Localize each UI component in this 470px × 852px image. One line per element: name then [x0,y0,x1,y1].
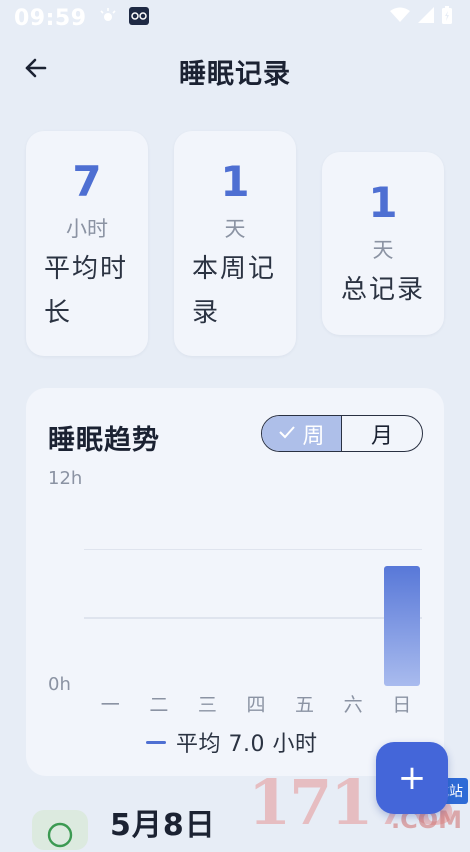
status-time: 09:59 [14,5,87,31]
record-date: 5月8日 [110,808,216,843]
x-tick-label: 三 [197,694,217,716]
x-tick-label: 一 [100,694,120,716]
brightness-icon [99,7,117,29]
stat-label: 总记录 [340,275,425,305]
moon-icon [47,822,73,852]
signal-icon [418,7,434,27]
stat-value: 1 [220,157,250,206]
plus-icon: + [397,758,427,798]
app-bar: 睡眠记录 [0,44,470,94]
grid-line [84,617,422,619]
toggle-week-button[interactable]: 周 [262,416,342,451]
x-tick-label: 四 [246,694,266,716]
stat-unit: 天 [224,217,246,241]
stat-unit: 小时 [66,217,108,241]
stat-value: 7 [72,157,102,206]
legend-text: 平均 7.0 小时 [176,732,318,757]
chart-legend: 平均 7.0 小时 [146,726,317,758]
x-tick-label: 日 [392,694,412,716]
trend-title: 睡眠趋势 [48,425,160,456]
stat-label: 本周记录 [192,254,277,328]
toggle-week-label: 周 [302,423,325,449]
toggle-month-label: 月 [370,423,393,449]
legend-line [146,740,166,744]
status-bar: 09:59 [0,0,470,36]
toggle-month-button[interactable]: 月 [342,416,422,451]
period-toggle: 周 月 [261,415,423,452]
sleep-trend-card: 睡眠趋势 周 月 12h 0h 一 二 三 四 五 六 日 平均 7.0 小时 [26,388,444,776]
stat-card-week: 1 天 本周记录 [174,131,296,356]
check-icon [278,424,296,443]
grid-line [84,548,422,551]
y-tick-label-max: 12h [48,468,83,489]
page-title: 睡眠记录 [179,59,291,90]
x-tick-label: 六 [343,694,363,716]
stat-label: 平均时长 [44,254,129,328]
x-tick-label: 二 [149,694,169,716]
battery-icon [442,6,452,28]
stat-unit: 天 [372,238,394,262]
stat-card-total: 1 天 总记录 [322,152,444,335]
record-icon [32,810,88,850]
add-record-button[interactable]: + [376,742,448,814]
y-tick-label-min: 0h [48,674,71,695]
wifi-icon [390,7,410,27]
chart-bar[interactable] [383,565,420,686]
x-tick-label: 五 [295,694,315,716]
stat-card-average: 7 小时 平均时长 [26,131,148,356]
app-glasses-icon [128,7,149,29]
stat-value: 1 [368,178,398,227]
